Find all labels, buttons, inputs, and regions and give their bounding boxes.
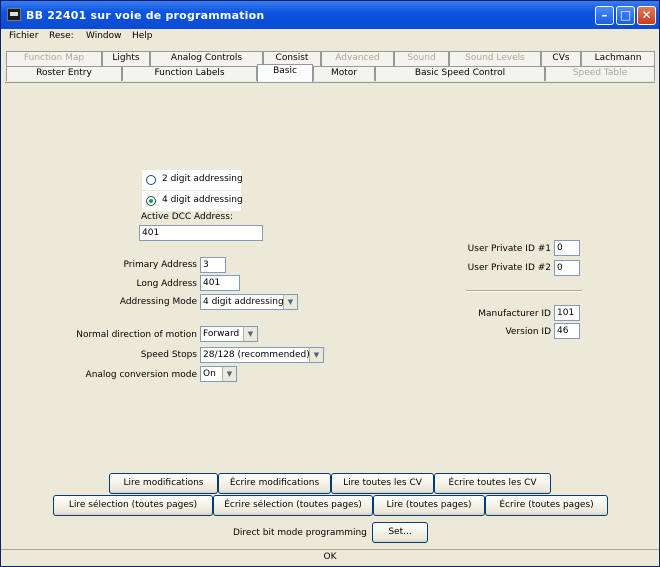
chevron-down-icon[interactable]: ▼ bbox=[309, 348, 323, 362]
radio-2digit-option[interactable]: 2 digit addressing bbox=[142, 170, 243, 190]
user-private-id1-field[interactable]: 0 bbox=[554, 240, 580, 256]
minimize-icon[interactable]: – bbox=[595, 6, 614, 25]
radio-2digit-label: 2 digit addressing bbox=[162, 174, 243, 184]
app-locomotive-icon bbox=[7, 8, 21, 21]
version-id-label: Version ID bbox=[505, 327, 551, 337]
primary-address-field[interactable]: 3 bbox=[200, 257, 226, 273]
direction-label: Normal direction of motion bbox=[76, 330, 197, 340]
close-icon[interactable]: ✕ bbox=[637, 6, 656, 25]
speed-steps-value: 28/128 (recommended) bbox=[203, 350, 310, 360]
speed-steps-label: Speed Stops bbox=[140, 350, 197, 360]
addressing-mode-value: 4 digit addressing bbox=[203, 297, 284, 307]
programming-mode-label: Direct bit mode programming bbox=[233, 528, 367, 538]
main-window: BB 22401 sur voie de programmation – □ ✕… bbox=[0, 0, 660, 567]
tab-speed-table[interactable]: Speed Table bbox=[545, 66, 655, 81]
user-private-id2-label: User Private ID #2 bbox=[467, 263, 551, 273]
window-title: BB 22401 sur voie de programmation bbox=[26, 9, 265, 22]
radio-2digit-button[interactable] bbox=[146, 175, 156, 185]
tab-sound[interactable]: Sound bbox=[394, 51, 449, 66]
analog-mode-select[interactable]: On ▼ bbox=[200, 366, 237, 382]
title-bar[interactable]: BB 22401 sur voie de programmation – □ ✕ bbox=[1, 1, 659, 29]
user-private-id1-label: User Private ID #1 bbox=[467, 244, 551, 254]
set-mode-button[interactable]: Set... bbox=[372, 522, 428, 543]
long-address-field[interactable]: 401 bbox=[200, 275, 240, 291]
basic-panel: 2 digit addressing 4 digit addressing Ac… bbox=[5, 82, 655, 494]
status-bar: OK bbox=[1, 549, 659, 566]
active-dcc-address-field[interactable]: 401 bbox=[139, 225, 263, 241]
write-changes-button[interactable]: Écrire modifications bbox=[218, 473, 331, 494]
tab-lights[interactable]: Lights bbox=[102, 51, 150, 66]
divider bbox=[466, 290, 582, 292]
version-id-field: 46 bbox=[554, 323, 580, 339]
menu-fichier[interactable]: Fichier bbox=[9, 31, 38, 41]
read-all-pages-button[interactable]: Lire (toutes pages) bbox=[373, 495, 485, 516]
tab-advanced[interactable]: Advanced bbox=[321, 51, 394, 66]
radio-4digit-button[interactable] bbox=[146, 196, 156, 206]
primary-address-label: Primary Address bbox=[123, 260, 197, 270]
addressing-mode-label: Addressing Mode bbox=[119, 297, 197, 307]
analog-mode-value: On bbox=[203, 369, 216, 379]
maximize-icon[interactable]: □ bbox=[616, 6, 635, 25]
chevron-down-icon[interactable]: ▼ bbox=[243, 327, 257, 341]
tab-function-map[interactable]: Function Map bbox=[6, 51, 102, 66]
manufacturer-id-field: 101 bbox=[554, 305, 580, 321]
speed-steps-select[interactable]: 28/128 (recommended) ▼ bbox=[200, 347, 324, 363]
tab-sound-levels[interactable]: Sound Levels bbox=[449, 51, 541, 66]
tab-cvs[interactable]: CVs bbox=[541, 51, 581, 66]
tab-roster-entry[interactable]: Roster Entry bbox=[6, 66, 122, 81]
direction-value: Forward bbox=[203, 329, 240, 339]
long-address-label: Long Address bbox=[136, 279, 197, 289]
menu-help[interactable]: Help bbox=[132, 31, 153, 41]
user-private-id2-field[interactable]: 0 bbox=[554, 260, 580, 276]
read-changes-button[interactable]: Lire modifications bbox=[109, 473, 218, 494]
read-selection-all-pages-button[interactable]: Lire sélection (toutes pages) bbox=[53, 495, 213, 516]
addressing-mode-select[interactable]: 4 digit addressing ▼ bbox=[200, 294, 298, 310]
active-dcc-address-label: Active DCC Address: bbox=[141, 212, 233, 222]
tab-basic-speed-control[interactable]: Basic Speed Control bbox=[375, 66, 545, 81]
menu-window[interactable]: Window bbox=[86, 31, 122, 41]
read-all-cvs-button[interactable]: Lire toutes les CV bbox=[331, 473, 434, 494]
analog-mode-label: Analog conversion mode bbox=[85, 370, 197, 380]
tab-motor[interactable]: Motor bbox=[313, 66, 375, 81]
menu-bar: Fichier Rese: Window Help bbox=[1, 29, 659, 47]
write-selection-all-pages-button[interactable]: Écrire sélection (toutes pages) bbox=[213, 495, 373, 516]
tab-function-labels[interactable]: Function Labels bbox=[122, 66, 257, 81]
tab-lachmann[interactable]: Lachmann bbox=[581, 51, 655, 66]
menu-reseau[interactable]: Rese: bbox=[49, 31, 74, 41]
tab-strip: Function Map Lights Analog Controls Cons… bbox=[1, 47, 659, 83]
tab-analog-controls[interactable]: Analog Controls bbox=[150, 51, 263, 66]
write-all-pages-button[interactable]: Écrire (toutes pages) bbox=[485, 495, 608, 516]
write-all-cvs-button[interactable]: Écrire toutes les CV bbox=[434, 473, 551, 494]
radio-4digit-label: 4 digit addressing bbox=[162, 195, 243, 205]
tab-basic[interactable]: Basic bbox=[257, 64, 313, 83]
chevron-down-icon[interactable]: ▼ bbox=[283, 295, 297, 309]
radio-4digit-option[interactable]: 4 digit addressing bbox=[142, 191, 243, 211]
direction-select[interactable]: Forward ▼ bbox=[200, 326, 258, 342]
manufacturer-id-label: Manufacturer ID bbox=[478, 309, 551, 319]
chevron-down-icon[interactable]: ▼ bbox=[222, 367, 236, 381]
